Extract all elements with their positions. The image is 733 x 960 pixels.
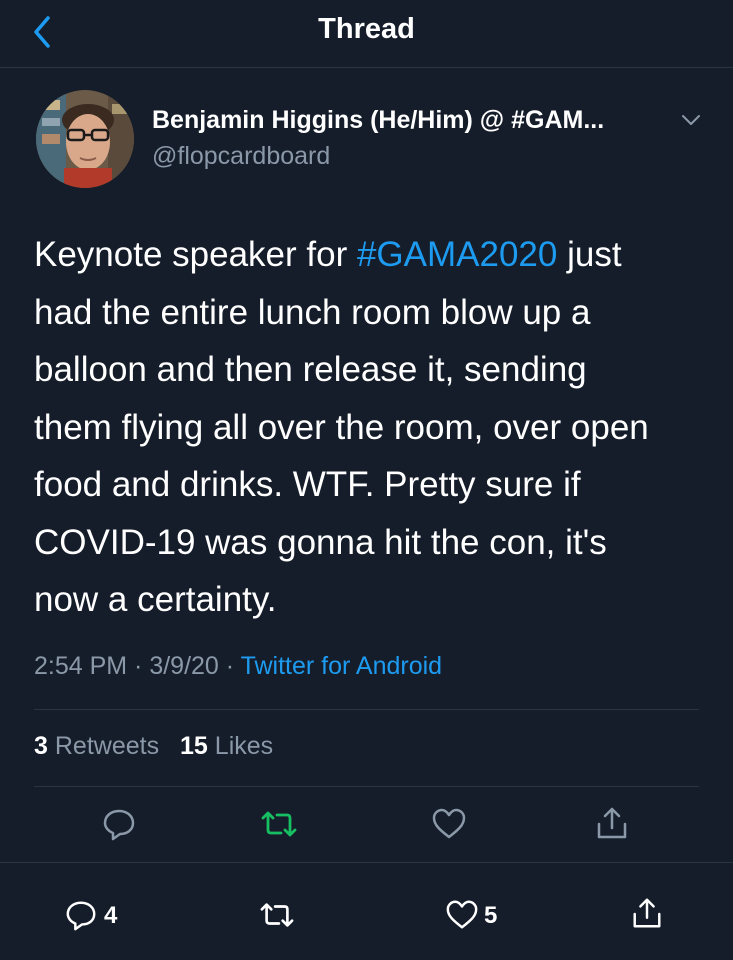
- likes-count: 15: [180, 732, 208, 760]
- bottom-like-button[interactable]: [444, 898, 480, 932]
- share-icon: [633, 898, 661, 928]
- like-button[interactable]: [430, 806, 468, 842]
- reply-icon: [103, 809, 135, 841]
- tweet-meta: 2:54 PM · 3/9/20 · Twitter for Android: [34, 652, 442, 681]
- tweet-line: had the entire lunch room blow up a: [34, 292, 591, 332]
- likes-label: Likes: [214, 732, 274, 760]
- tweet-line: Keynote speaker for #GAMA2020 just: [34, 226, 714, 284]
- share-icon: [597, 807, 627, 839]
- tweet-source-link[interactable]: Twitter for Android: [241, 652, 442, 680]
- tweet-time: 2:54 PM: [34, 652, 128, 680]
- retweet-icon: [261, 811, 297, 837]
- retweet-button[interactable]: [259, 806, 299, 842]
- tweet-line: now a certainty.: [34, 580, 277, 619]
- chevron-down-icon: [682, 115, 700, 125]
- header-title: Thread: [318, 13, 415, 45]
- heart-icon: [446, 900, 478, 929]
- tweet-line: them flying all over the room, over open: [34, 407, 649, 447]
- hashtag-link[interactable]: #GAMA2020: [357, 235, 557, 274]
- tweet-date: 3/9/20: [149, 652, 219, 680]
- likes-stat[interactable]: 15 Likes: [180, 732, 273, 760]
- bottom-like-count: 5: [484, 902, 498, 929]
- reply-icon: [66, 901, 96, 931]
- tweet-line: balloon and then release it, sending: [34, 350, 587, 389]
- divider: [0, 862, 733, 863]
- tweet-text: Keynote speaker for #GAMA2020 just had t…: [34, 226, 714, 629]
- avatar[interactable]: [36, 90, 134, 188]
- tweet-text-segment: Keynote speaker for: [34, 235, 357, 274]
- tweet-line: food and drinks. WTF. Pretty sure if: [34, 465, 581, 504]
- heart-icon: [432, 808, 466, 839]
- bottom-reply-count: 4: [104, 902, 118, 929]
- tweet-text-segment: just: [557, 235, 622, 274]
- bottom-share-button[interactable]: [630, 894, 664, 932]
- reply-button[interactable]: [101, 806, 137, 842]
- retweets-label: Retweets: [54, 732, 160, 760]
- more-options-button[interactable]: [678, 110, 704, 130]
- retweets-count: 3: [34, 732, 48, 760]
- retweets-stat[interactable]: 3 Retweets: [34, 732, 159, 760]
- tweet-stats: 3 Retweets 15 Likes: [34, 732, 287, 761]
- divider: [34, 709, 699, 710]
- avatar-photo: [36, 90, 134, 188]
- meta-separator: ·: [218, 652, 241, 680]
- tweet-thread-screen: Thread Benjamin Higgins (He/Him) @ #GAM.…: [0, 0, 733, 960]
- author-name[interactable]: Benjamin Higgins (He/Him) @ #GAM...: [152, 106, 604, 135]
- author-handle[interactable]: @flopcardboard: [152, 142, 330, 171]
- header-bar: Thread: [0, 0, 733, 68]
- tweet-line: COVID-19 was gonna hit the con, it's: [34, 522, 607, 562]
- retweet-icon: [260, 903, 294, 927]
- divider: [34, 786, 699, 787]
- share-button[interactable]: [594, 804, 630, 842]
- meta-separator: ·: [127, 652, 150, 680]
- bottom-reply-button[interactable]: [64, 898, 98, 932]
- bottom-retweet-button[interactable]: [258, 898, 296, 932]
